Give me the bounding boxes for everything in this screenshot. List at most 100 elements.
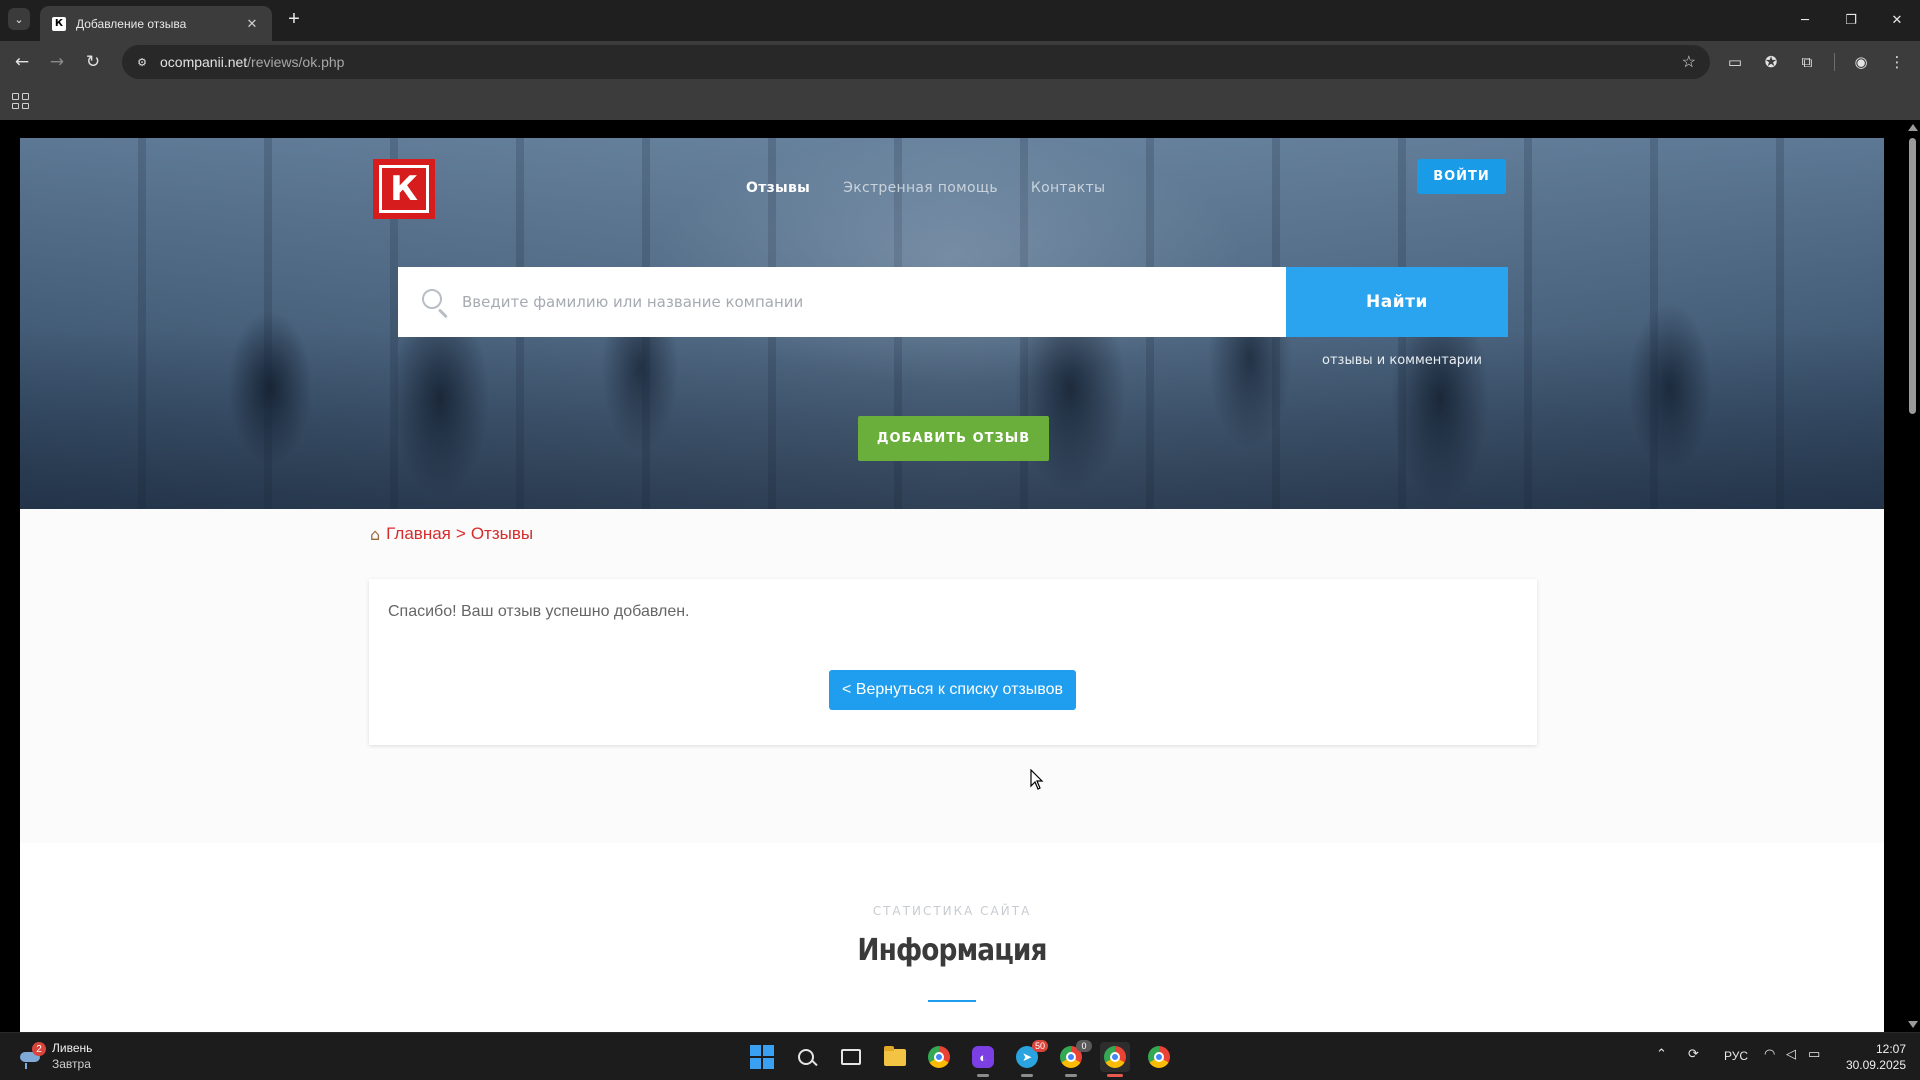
chrome-app-1[interactable] [924, 1042, 954, 1072]
info-title: Информация [857, 933, 1047, 968]
success-card: Спасибо! Ваш отзыв успешно добавлен. < В… [369, 579, 1537, 745]
camera-icon[interactable]: ▭ [1722, 49, 1748, 75]
back-icon[interactable]: ← [9, 49, 35, 75]
scrollbar-thumb[interactable] [1909, 138, 1916, 414]
task-view-button[interactable] [836, 1042, 866, 1072]
nav-contacts[interactable]: Контакты [1031, 180, 1105, 196]
page-viewport: К Отзывы Экстренная помощь Контакты ВОЙТ… [0, 120, 1920, 1032]
site-info-icon[interactable]: ⚙ [134, 54, 150, 70]
home-icon: ⌂ [370, 524, 381, 544]
main-nav: Отзывы Экстренная помощь Контакты [746, 180, 1138, 196]
chrome-app-active[interactable] [1100, 1042, 1130, 1077]
weather-title: Ливень [52, 1041, 93, 1055]
back-to-reviews-button[interactable]: < Вернуться к списку отзывов [829, 670, 1076, 710]
page-scrollbar[interactable] [1904, 120, 1920, 1032]
info-kicker: СТАТИСТИКА САЙТА [872, 904, 1032, 918]
add-review-button[interactable]: ДОБАВИТЬ ОТЗЫВ [858, 416, 1049, 461]
tab-favicon-icon: К [52, 16, 66, 31]
breadcrumb-home[interactable]: Главная [386, 524, 451, 544]
minimize-icon[interactable]: ─ [1782, 0, 1828, 41]
language-indicator[interactable]: РУС [1724, 1049, 1748, 1063]
chrome-app-2[interactable]: 0 [1056, 1040, 1092, 1077]
taskbar: 2 Ливень Завтра ◐ ➤ 50 0 ⌃ ⟳ РУС ◠ ◁ ▭ 1… [0, 1032, 1920, 1080]
address-bar[interactable]: ⚙ ocompanii.net/reviews/ok.php ☆ [122, 45, 1710, 79]
purple-app[interactable]: ◐ [968, 1042, 998, 1077]
start-button[interactable] [747, 1042, 777, 1072]
tab-close-icon[interactable]: ✕ [244, 16, 260, 32]
volume-muted-icon[interactable]: ◁ [1786, 1047, 1796, 1062]
purple-app-indicator [977, 1074, 989, 1077]
chrome-icon [928, 1046, 950, 1068]
telegram-app[interactable]: ➤ 50 [1012, 1040, 1048, 1077]
taskbar-search-button[interactable] [791, 1042, 821, 1072]
scroll-down-icon[interactable] [1908, 1021, 1918, 1028]
clock[interactable]: 12:07 30.09.2025 [1846, 1041, 1906, 1073]
clock-date: 30.09.2025 [1845, 1058, 1906, 1072]
telegram-badge: 50 [1031, 1040, 1048, 1052]
chrome-active-icon [1104, 1046, 1126, 1068]
mouse-cursor-icon [1030, 769, 1044, 790]
hero-banner: К Отзывы Экстренная помощь Контакты ВОЙТ… [20, 138, 1884, 509]
chrome-profile-badge: 0 [1076, 1040, 1092, 1052]
folder-icon [884, 1045, 906, 1066]
breadcrumb: ⌂ Главная > Отзывы [370, 524, 533, 544]
file-explorer-button[interactable] [880, 1042, 910, 1072]
bookmark-star-icon[interactable]: ☆ [1682, 52, 1696, 72]
toolbar-divider [1834, 53, 1835, 71]
battery-icon[interactable]: ▭ [1808, 1047, 1820, 1062]
telegram-indicator [1021, 1074, 1033, 1077]
url-text: ocompanii.net/reviews/ok.php [160, 54, 344, 70]
info-section: СТАТИСТИКА САЙТА Информация [20, 843, 1884, 1032]
bookmarks-bar [0, 83, 1920, 120]
search-subtitle: отзывы и комментарии [1322, 353, 1482, 368]
tab-strip: ⌄ К Добавление отзыва ✕ + ─ ❐ ✕ [0, 0, 1920, 41]
sync-icon[interactable]: ⟳ [1688, 1047, 1699, 1062]
profile-icon[interactable]: ◉ [1848, 49, 1874, 75]
info-underline [928, 1000, 976, 1002]
breadcrumb-current[interactable]: Отзывы [471, 524, 533, 544]
windows-start-icon [750, 1045, 774, 1069]
cookie-icon[interactable]: ✪ [1758, 49, 1784, 75]
url-host: ocompanii.net [160, 54, 248, 70]
weather-widget[interactable]: 2 Ливень Завтра [16, 1041, 92, 1071]
scroll-up-icon[interactable] [1908, 124, 1918, 131]
rain-cloud-icon: 2 [16, 1042, 46, 1070]
close-window-icon[interactable]: ✕ [1874, 0, 1920, 41]
tab-search-chevron-icon[interactable]: ⌄ [8, 8, 30, 30]
search-button[interactable]: Найти [1286, 267, 1508, 337]
menu-icon[interactable]: ⋮ [1884, 49, 1910, 75]
chrome-app-3[interactable] [1144, 1042, 1174, 1072]
login-button[interactable]: ВОЙТИ [1417, 159, 1506, 194]
extensions-icon[interactable]: ⧉ [1794, 49, 1820, 75]
browser-tab[interactable]: К Добавление отзыва ✕ [40, 6, 272, 41]
search-input[interactable] [462, 293, 1262, 311]
chrome-active-indicator [1107, 1074, 1123, 1077]
apps-grid-icon[interactable] [10, 91, 30, 111]
nav-reviews[interactable]: Отзывы [746, 180, 810, 196]
browser-toolbar: ← → ↻ ⚙ ocompanii.net/reviews/ok.php ☆ ▭… [0, 41, 1920, 83]
weather-badge: 2 [32, 1042, 46, 1056]
chrome-profile-indicator [1065, 1074, 1077, 1077]
url-path: /reviews/ok.php [247, 54, 345, 70]
reload-icon[interactable]: ↻ [80, 49, 106, 75]
search-form: Найти [398, 267, 1508, 337]
search-icon [420, 287, 450, 319]
weather-subtitle: Завтра [52, 1057, 91, 1071]
chrome-icon-3 [1148, 1046, 1170, 1068]
weather-text: Ливень Завтра [52, 1041, 92, 1071]
site-logo[interactable]: К [373, 159, 435, 219]
web-page: К Отзывы Экстренная помощь Контакты ВОЙТ… [20, 138, 1884, 1032]
breadcrumb-separator: > [455, 524, 466, 543]
clock-time: 12:07 [1875, 1042, 1906, 1056]
purple-app-icon: ◐ [972, 1046, 994, 1068]
nav-emergency-help[interactable]: Экстренная помощь [843, 180, 998, 196]
restore-icon[interactable]: ❐ [1828, 0, 1874, 41]
wifi-icon[interactable]: ◠ [1764, 1047, 1775, 1062]
logo-mark: К [379, 165, 429, 213]
new-tab-button[interactable]: + [282, 8, 306, 32]
tab-title: Добавление отзыва [76, 16, 187, 31]
search-box[interactable] [398, 267, 1286, 337]
success-message: Спасибо! Ваш отзыв успешно добавлен. [388, 603, 690, 620]
forward-icon[interactable]: → [44, 49, 70, 75]
tray-overflow-chevron-icon[interactable]: ⌃ [1656, 1047, 1667, 1062]
